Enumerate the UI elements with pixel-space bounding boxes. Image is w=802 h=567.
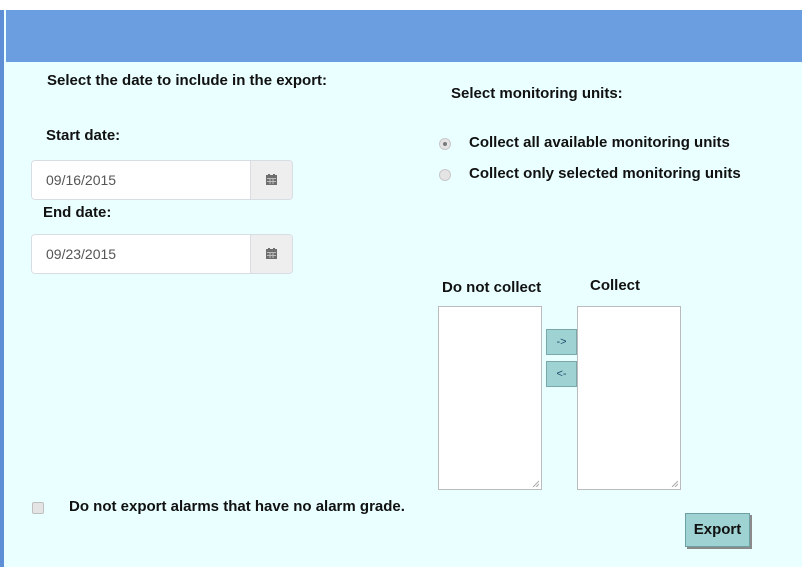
move-to-do-not-collect-button[interactable]: <- bbox=[546, 361, 577, 387]
start-date-input[interactable] bbox=[32, 161, 250, 199]
do-not-collect-list[interactable] bbox=[438, 306, 542, 490]
resize-grip-icon[interactable] bbox=[671, 480, 678, 487]
no-alarm-grade-checkbox[interactable] bbox=[32, 502, 44, 514]
calendar-icon bbox=[266, 174, 277, 185]
start-date-calendar-button[interactable] bbox=[250, 161, 292, 199]
move-to-collect-button[interactable]: -> bbox=[546, 329, 577, 355]
export-button[interactable]: Export bbox=[685, 513, 750, 547]
collect-list[interactable] bbox=[577, 306, 681, 490]
export-panel bbox=[0, 10, 802, 567]
radio-collect-selected[interactable] bbox=[439, 169, 451, 181]
header-bar bbox=[6, 10, 802, 62]
collect-label: Collect bbox=[590, 277, 641, 294]
option-collect-selected-label: Collect only selected monitoring units bbox=[469, 165, 741, 182]
end-date-calendar-button[interactable] bbox=[250, 235, 292, 273]
date-section-heading: Select the date to include in the export… bbox=[47, 72, 328, 89]
end-date-picker bbox=[31, 234, 293, 274]
start-date-label: Start date: bbox=[46, 127, 121, 144]
start-date-picker bbox=[31, 160, 293, 200]
resize-grip-icon[interactable] bbox=[532, 480, 539, 487]
calendar-icon bbox=[266, 248, 277, 259]
radio-collect-all[interactable] bbox=[439, 138, 451, 150]
monitoring-section-heading: Select monitoring units: bbox=[451, 85, 623, 102]
do-not-collect-label: Do not collect bbox=[442, 279, 542, 296]
no-alarm-grade-label: Do not export alarms that have no alarm … bbox=[69, 498, 405, 515]
option-collect-all-label: Collect all available monitoring units bbox=[469, 134, 730, 151]
end-date-label: End date: bbox=[43, 204, 112, 221]
end-date-input[interactable] bbox=[32, 235, 250, 273]
